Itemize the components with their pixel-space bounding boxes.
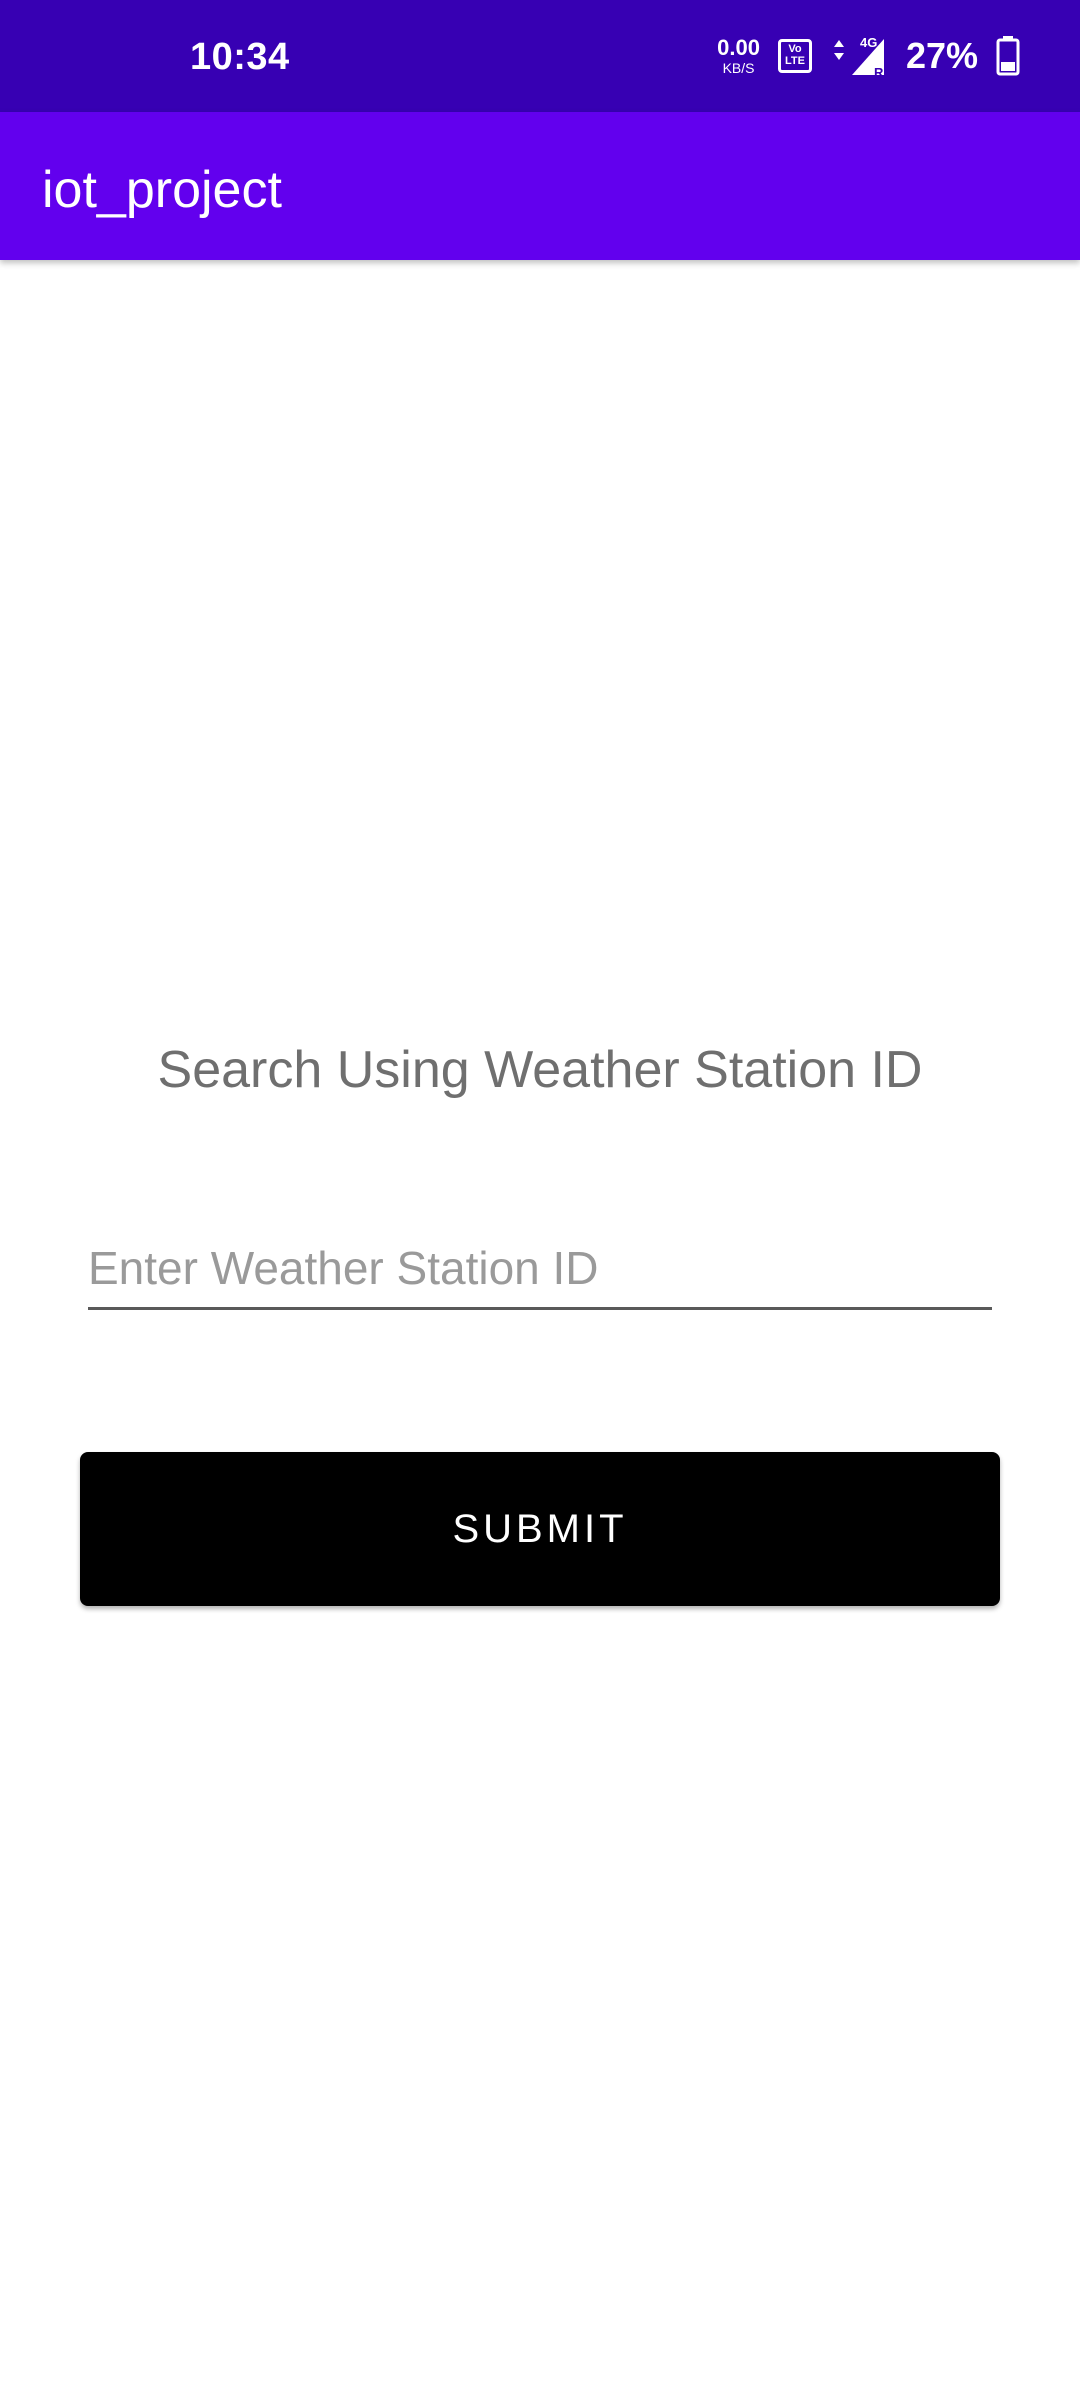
battery-icon bbox=[996, 36, 1020, 76]
roaming-label: R bbox=[874, 65, 884, 79]
volte-icon: Vo LTE bbox=[777, 39, 812, 73]
battery-percent: 27% bbox=[905, 35, 978, 76]
signal-icon: 4G R bbox=[830, 33, 888, 79]
status-bar: 10:34 0.00 KB/S Vo LTE 4G R 27% bbox=[0, 0, 1080, 112]
app-bar: iot_project bbox=[0, 112, 1080, 260]
app-title: iot_project bbox=[42, 161, 282, 219]
weather-station-id-input[interactable] bbox=[88, 1240, 992, 1310]
status-time: 10:34 bbox=[190, 36, 290, 78]
status-icons: 0.00 KB/S Vo LTE 4G R 27% bbox=[717, 30, 1020, 82]
volte-line2: LTE bbox=[784, 55, 805, 67]
submit-button[interactable]: SUBMIT bbox=[80, 1452, 1000, 1606]
network-type-label: 4G bbox=[860, 35, 877, 50]
search-heading: Search Using Weather Station ID bbox=[157, 1041, 923, 1099]
network-speed-unit: KB/S bbox=[722, 60, 755, 76]
data-arrows-icon: 4G R bbox=[833, 35, 884, 79]
network-speed-value: 0.00 bbox=[717, 35, 760, 60]
network-speed: 0.00 KB/S bbox=[717, 35, 760, 76]
